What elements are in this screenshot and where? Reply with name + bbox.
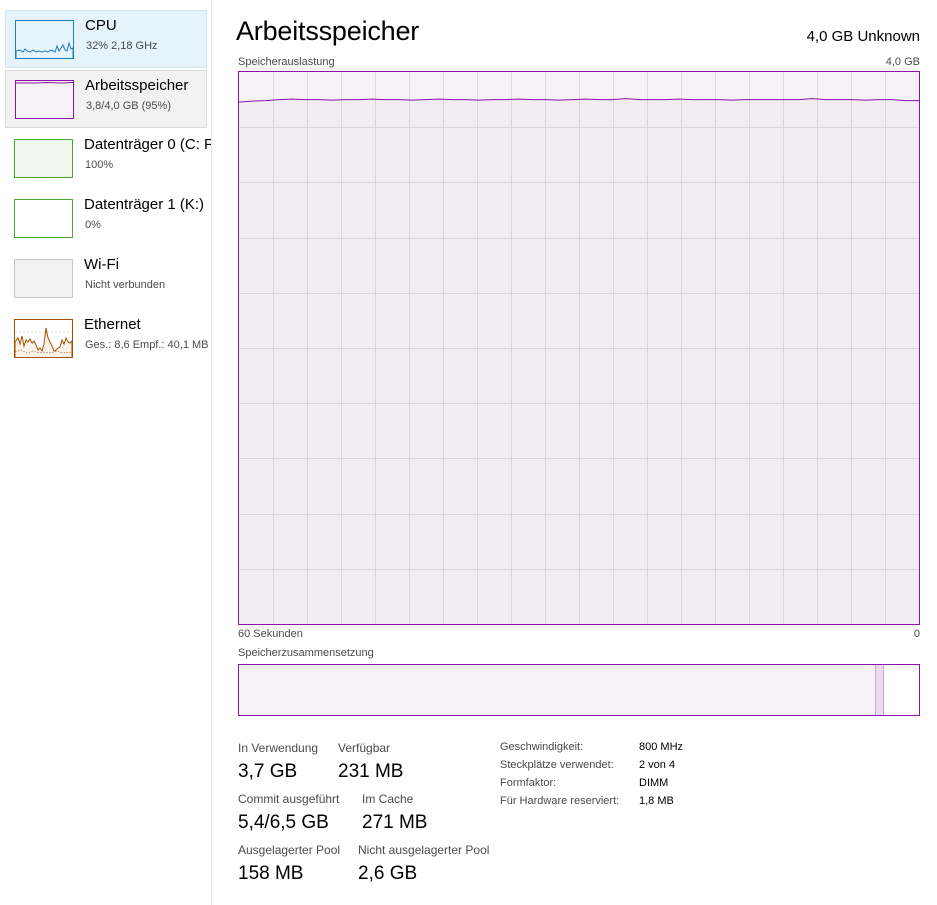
disk-graph-thumbnail bbox=[14, 199, 73, 238]
usage-graph-label: Speicherauslastung bbox=[238, 56, 335, 68]
nonpaged-pool-value: 2,6 GB bbox=[358, 863, 418, 884]
sidebar-item-disk-1[interactable]: Datenträger 1 (K:) 0% bbox=[5, 190, 207, 248]
time-axis-label: 60 Sekunden bbox=[238, 628, 303, 640]
spec-reserved-value: 1,8 MB bbox=[639, 795, 674, 807]
usage-graph-canvas bbox=[239, 72, 919, 624]
sidebar-item-wifi[interactable]: Wi-Fi Nicht verbunden bbox=[5, 250, 207, 308]
paged-pool-value: 158 MB bbox=[238, 863, 304, 884]
composition-in-use-segment bbox=[239, 665, 876, 715]
usage-graph-max-label: 4,0 GB bbox=[885, 56, 920, 68]
available-label: Verfügbar bbox=[338, 741, 391, 755]
sidebar-item-detail: Nicht verbunden bbox=[85, 279, 166, 291]
sidebar-item-ethernet[interactable]: Ethernet Ges.: 8,6 Empf.: 40,1 MB bbox=[5, 310, 209, 368]
sidebar-item-detail: 100% bbox=[85, 159, 114, 171]
committed-label: Commit ausgeführt bbox=[238, 792, 340, 806]
in-use-label: In Verwendung bbox=[238, 741, 319, 755]
cached-label: Im Cache bbox=[362, 792, 414, 806]
wifi-graph-thumbnail bbox=[14, 259, 73, 298]
composition-available-segment bbox=[884, 665, 919, 715]
page-title: Arbeitsspeicher bbox=[236, 16, 420, 46]
performance-sidebar: CPU 32% 2,18 GHz Arbeitsspeicher 3,8/4,0… bbox=[0, 0, 212, 905]
spec-slots-label: Steckplätze verwendet: bbox=[500, 759, 614, 771]
composition-label: Speicherzusammensetzung bbox=[238, 647, 374, 659]
cached-value: 271 MB bbox=[362, 812, 428, 833]
memory-total: 4,0 GB Unknown bbox=[806, 28, 920, 45]
sidebar-item-label: Wi-Fi bbox=[84, 256, 119, 273]
available-value: 231 MB bbox=[338, 761, 404, 782]
sidebar-item-label: CPU bbox=[85, 17, 117, 34]
spec-reserved-label: Für Hardware reserviert: bbox=[500, 795, 620, 807]
composition-modified-segment bbox=[876, 665, 884, 715]
in-use-value: 3,7 GB bbox=[238, 761, 298, 782]
spec-speed-value: 800 MHz bbox=[639, 741, 684, 753]
sidebar-item-cpu[interactable]: CPU 32% 2,18 GHz bbox=[5, 10, 207, 68]
nonpaged-pool-label: Nicht ausgelagerter Pool bbox=[358, 843, 490, 857]
disk-graph-thumbnail bbox=[14, 139, 73, 178]
sidebar-item-label: Datenträger 1 (K:) bbox=[84, 196, 205, 213]
sidebar-item-label: Datenträger 0 (C: F bbox=[84, 136, 212, 153]
cpu-graph-thumbnail bbox=[15, 20, 74, 59]
time-axis-zero-label: 0 bbox=[913, 628, 920, 640]
sidebar-item-detail: 32% 2,18 GHz bbox=[86, 40, 158, 52]
paged-pool-label: Ausgelagerter Pool bbox=[238, 843, 341, 857]
committed-value: 5,4/6,5 GB bbox=[238, 812, 329, 833]
memory-usage-graph bbox=[238, 71, 920, 625]
sidebar-item-label: Arbeitsspeicher bbox=[85, 77, 189, 94]
sidebar-item-disk-0[interactable]: Datenträger 0 (C: F 100% bbox=[5, 130, 211, 188]
sidebar-item-label: Ethernet bbox=[84, 316, 141, 333]
spec-form-factor-value: DIMM bbox=[639, 777, 669, 789]
spec-slots-value: 2 von 4 bbox=[639, 759, 676, 771]
sidebar-item-memory[interactable]: Arbeitsspeicher 3,8/4,0 GB (95%) bbox=[5, 70, 207, 128]
sidebar-item-detail: 3,8/4,0 GB (95%) bbox=[86, 100, 171, 112]
spec-form-factor-label: Formfaktor: bbox=[500, 777, 557, 789]
memory-composition-bar bbox=[238, 664, 920, 716]
spec-speed-label: Geschwindigkeit: bbox=[500, 741, 584, 753]
usage-area bbox=[239, 99, 919, 624]
memory-graph-thumbnail bbox=[15, 80, 74, 119]
sidebar-item-detail: 0% bbox=[85, 219, 101, 231]
ethernet-graph-thumbnail bbox=[14, 319, 73, 358]
sidebar-item-detail: Ges.: 8,6 Empf.: 40,1 MB bbox=[85, 339, 209, 351]
